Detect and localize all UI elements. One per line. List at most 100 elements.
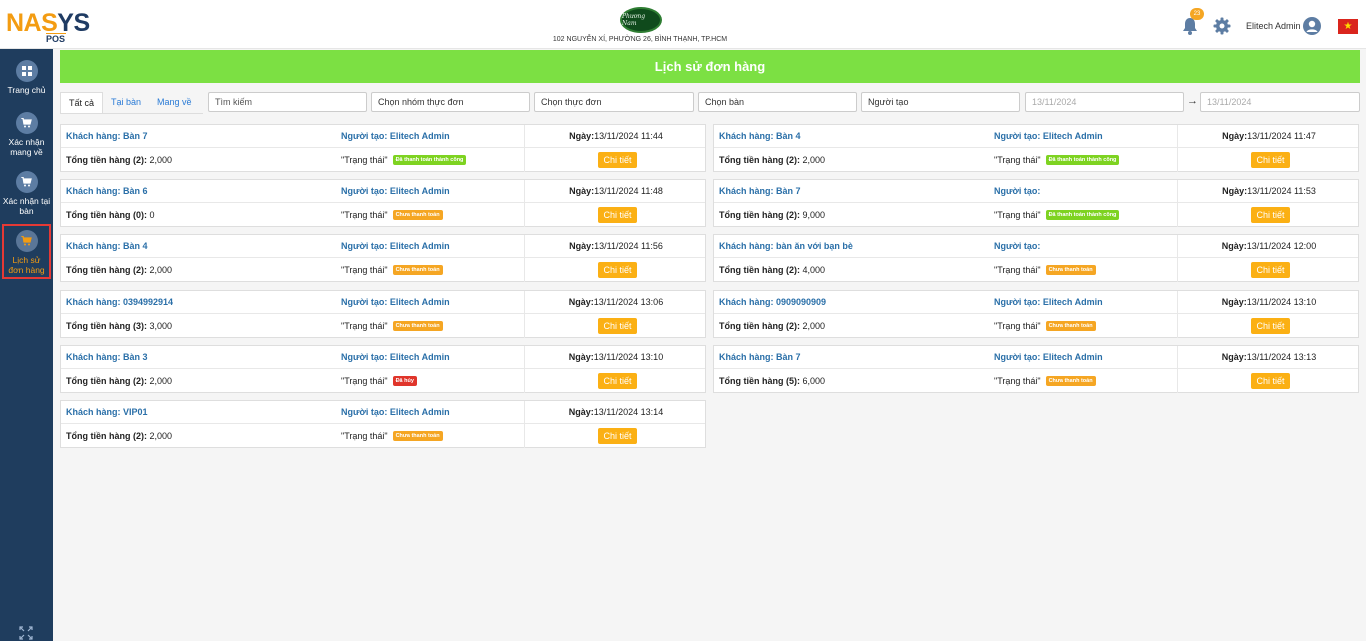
order-card: Khách hàng: 0394992914 Người tạo: Elitech… xyxy=(60,290,706,338)
sidebar-item-label: Trang chủ xyxy=(7,85,46,95)
order-total: Tổng tiền hàng (5): 6,000 xyxy=(719,376,825,386)
order-total: Tổng tiền hàng (2): 2,000 xyxy=(66,155,172,165)
home-grid-icon xyxy=(15,60,38,82)
total-label: Tổng tiền hàng (2): xyxy=(66,431,147,441)
menu-group-select[interactable]: Chọn nhóm thực đơn xyxy=(371,92,530,112)
customer-name[interactable]: Khách hàng: Bàn 3 xyxy=(66,352,148,362)
customer-name[interactable]: Khách hàng: bàn ăn với bạn bè xyxy=(719,241,853,251)
table-select[interactable]: Chọn bàn xyxy=(698,92,857,112)
search-input[interactable]: Tìm kiếm xyxy=(208,92,367,112)
customer-name[interactable]: Khách hàng: Bàn 7 xyxy=(66,131,148,141)
status-badge: Chưa thanh toán xyxy=(392,210,443,220)
total-label: Tổng tiền hàng (2): xyxy=(66,155,147,165)
date-from-input[interactable]: 13/11/2024 xyxy=(1025,92,1184,112)
date-label: Ngày: xyxy=(569,241,595,251)
order-status: "Trạng thái" Chưa thanh toán xyxy=(994,376,1096,386)
status-badge: Chưa thanh toán xyxy=(1045,376,1096,386)
detail-button[interactable]: Chi tiết xyxy=(1251,152,1290,168)
status-label: "Trạng thái" xyxy=(994,376,1041,386)
detail-button[interactable]: Chi tiết xyxy=(1251,373,1290,389)
sidebar-item-takeaway-confirm[interactable]: Xác nhận mang về xyxy=(0,112,53,157)
date-label: Ngày: xyxy=(1222,131,1248,141)
order-date: Ngày:13/11/2024 11:56 xyxy=(525,241,707,251)
detail-button[interactable]: Chi tiết xyxy=(1251,207,1290,223)
sidebar-item-home[interactable]: Trang chủ xyxy=(0,60,53,95)
expand-icon[interactable] xyxy=(19,626,33,640)
order-date: Ngày:13/11/2024 11:44 xyxy=(525,131,707,141)
order-card: Khách hàng: VIP01 Người tạo: Elitech Admi… xyxy=(60,400,706,448)
user-avatar-icon[interactable] xyxy=(1303,17,1321,35)
status-label: "Trạng thái" xyxy=(341,265,388,275)
order-status: "Trạng thái" Đã hủy xyxy=(341,376,417,386)
status-badge: Chưa thanh toán xyxy=(392,431,443,441)
nasys-pos-logo[interactable]: NASYS POS xyxy=(6,9,106,44)
tab-dine-in[interactable]: Tại bàn xyxy=(103,92,149,114)
admin-name[interactable]: Elitech Admin xyxy=(1246,21,1301,31)
date-value: 13/11/2024 11:48 xyxy=(594,186,663,196)
gear-icon[interactable] xyxy=(1213,17,1231,35)
cart-icon xyxy=(15,230,38,252)
customer-name[interactable]: Khách hàng: Bàn 7 xyxy=(719,352,801,362)
customer-name[interactable]: Khách hàng: 0909090909 xyxy=(719,297,826,307)
customer-name[interactable]: Khách hàng: VIP01 xyxy=(66,407,148,417)
order-date: Ngày:13/11/2024 11:47 xyxy=(1178,131,1360,141)
detail-button[interactable]: Chi tiết xyxy=(598,428,637,444)
detail-button[interactable]: Chi tiết xyxy=(1251,318,1290,334)
order-status: "Trạng thái" Chưa thanh toán xyxy=(341,265,443,275)
detail-button[interactable]: Chi tiết xyxy=(598,318,637,334)
order-status: "Trạng thái" Đã thanh toán thành công xyxy=(994,210,1120,220)
status-label: "Trạng thái" xyxy=(341,431,388,441)
status-label: "Trạng thái" xyxy=(341,155,388,165)
status-badge: Chưa thanh toán xyxy=(392,265,443,275)
total-label: Tổng tiền hàng (2): xyxy=(719,321,800,331)
tab-underline xyxy=(60,113,203,114)
status-label: "Trạng thái" xyxy=(994,210,1041,220)
date-value: 13/11/2024 11:44 xyxy=(594,131,663,141)
vietnam-flag-icon[interactable]: ★ xyxy=(1338,19,1358,34)
total-value: 2,000 xyxy=(147,155,173,165)
creator-name: Người tạo: xyxy=(994,186,1041,196)
customer-name[interactable]: Khách hàng: Bàn 7 xyxy=(719,186,801,196)
total-value: 2,000 xyxy=(147,431,173,441)
detail-button[interactable]: Chi tiết xyxy=(598,152,637,168)
total-label: Tổng tiền hàng (3): xyxy=(66,321,147,331)
order-card: Khách hàng: Bàn 4 Người tạo: Elitech Admi… xyxy=(713,124,1359,172)
total-label: Tổng tiền hàng (2): xyxy=(719,265,800,275)
date-label: Ngày: xyxy=(568,352,594,362)
status-badge: Chưa thanh toán xyxy=(1045,321,1096,331)
order-total: Tổng tiền hàng (3): 3,000 xyxy=(66,321,172,331)
order-total: Tổng tiền hàng (2): 4,000 xyxy=(719,265,825,275)
date-value: 13/11/2024 13:10 xyxy=(1246,297,1317,307)
customer-name[interactable]: Khách hàng: Bàn 4 xyxy=(719,131,801,141)
order-type-tabs: Tất cả Tại bàn Mang về xyxy=(60,92,200,114)
status-label: "Trạng thái" xyxy=(341,321,388,331)
status-label: "Trạng thái" xyxy=(994,155,1041,165)
sidebar-item-dinein-confirm[interactable]: Xác nhận tại bàn xyxy=(0,171,53,216)
creator-select[interactable]: Người tạo xyxy=(861,92,1020,112)
order-total: Tổng tiền hàng (2): 2,000 xyxy=(66,431,172,441)
customer-name[interactable]: Khách hàng: Bàn 4 xyxy=(66,241,148,251)
detail-button[interactable]: Chi tiết xyxy=(1251,262,1290,278)
sidebar-item-order-history[interactable]: Lịch sử đơn hàng xyxy=(2,224,51,279)
date-label: Ngày: xyxy=(1221,297,1247,307)
customer-name[interactable]: Khách hàng: Bàn 6 xyxy=(66,186,148,196)
cart-icon xyxy=(15,112,38,134)
menu-select[interactable]: Chọn thực đơn xyxy=(534,92,694,112)
date-to-input[interactable]: 13/11/2024 xyxy=(1200,92,1360,112)
detail-button[interactable]: Chi tiết xyxy=(598,262,637,278)
customer-name[interactable]: Khách hàng: 0394992914 xyxy=(66,297,173,307)
date-value: 13/11/2024 12:00 xyxy=(1246,241,1317,251)
status-badge: Đã thanh toán thành công xyxy=(1045,210,1120,220)
tab-all[interactable]: Tất cả xyxy=(60,92,104,114)
order-status: "Trạng thái" Chưa thanh toán xyxy=(341,210,443,220)
tab-takeaway[interactable]: Mang về xyxy=(149,92,200,114)
detail-button[interactable]: Chi tiết xyxy=(598,373,637,389)
total-value: 4,000 xyxy=(800,265,826,275)
total-value: 2,000 xyxy=(147,376,173,386)
order-total: Tổng tiền hàng (2): 9,000 xyxy=(719,210,825,220)
sidebar: Trang chủ Xác nhận mang về Xác nhận tại … xyxy=(0,49,53,641)
date-label: Ngày: xyxy=(1221,352,1247,362)
creator-name: Người tạo: Elitech Admin xyxy=(994,352,1103,362)
detail-button[interactable]: Chi tiết xyxy=(598,207,637,223)
date-label: Ngày: xyxy=(568,297,594,307)
